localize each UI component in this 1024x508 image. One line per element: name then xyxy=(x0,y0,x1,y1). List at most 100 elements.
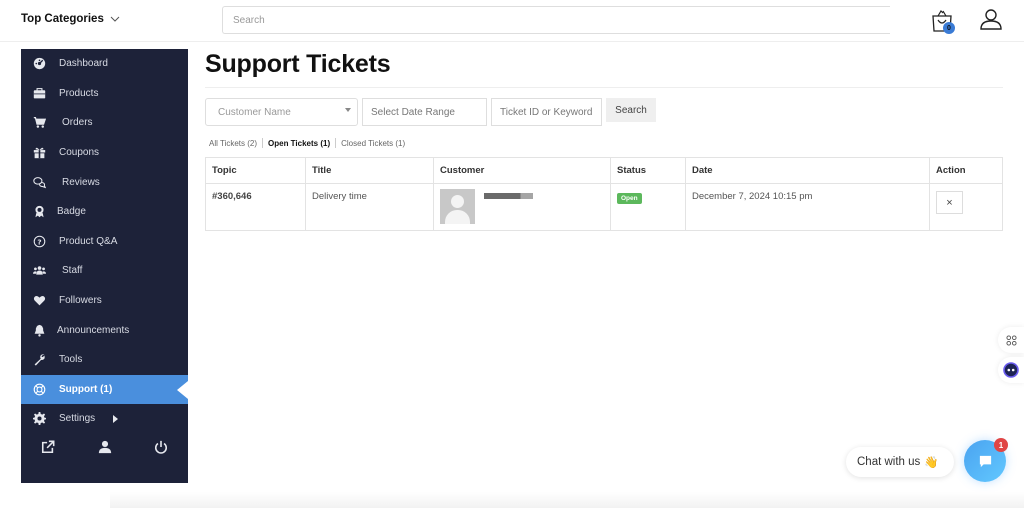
ticket-id-link[interactable]: #360,646 xyxy=(212,191,252,202)
cell-status: Open xyxy=(610,183,686,231)
sidebar-item-tools[interactable]: Tools xyxy=(21,345,188,375)
sidebar-item-announcements[interactable]: Announcements xyxy=(21,315,188,345)
power-icon[interactable] xyxy=(154,440,168,454)
heart-icon xyxy=(32,294,46,308)
sidebar-item-followers[interactable]: Followers xyxy=(21,286,188,316)
chevron-down-icon xyxy=(110,16,120,22)
cell-customer xyxy=(433,183,611,231)
cell-date: December 7, 2024 10:15 pm xyxy=(685,183,930,231)
sidebar-item-dashboard[interactable]: Dashboard xyxy=(21,49,188,79)
sidebar-item-coupons[interactable]: Coupons xyxy=(21,138,188,168)
tab-separator xyxy=(262,138,264,148)
question-icon: ? xyxy=(32,234,46,248)
sidebar-item-label: Announcements xyxy=(57,324,130,336)
users-icon xyxy=(32,264,46,278)
cell-topic: #360,646 xyxy=(205,183,306,231)
user-icon[interactable] xyxy=(98,440,112,454)
sidebar-item-label: Product Q&A xyxy=(59,235,118,247)
customer-name-redacted xyxy=(484,193,533,199)
sidebar-item-product-qa[interactable]: ? Product Q&A xyxy=(21,227,188,257)
user-icon xyxy=(980,9,1002,30)
chat-label: Chat with us xyxy=(857,456,921,468)
header-action: Action xyxy=(929,157,1003,184)
ticket-keyword-input[interactable] xyxy=(500,106,601,118)
gift-icon xyxy=(32,146,46,160)
sidebar-item-label: Tools xyxy=(59,354,83,366)
top-categories-dropdown[interactable]: Top Categories xyxy=(21,13,120,25)
sidebar-item-orders[interactable]: Orders xyxy=(21,108,188,138)
ticket-status-tabs: All Tickets (2) Open Tickets (1) Closed … xyxy=(209,138,405,148)
chat-notification-badge: 1 xyxy=(994,438,1008,452)
briefcase-icon xyxy=(32,86,46,100)
top-categories-label: Top Categories xyxy=(21,13,104,25)
apps-widget-button[interactable] xyxy=(998,327,1024,353)
date-range-input[interactable] xyxy=(371,106,486,118)
sidebar-item-support[interactable]: Support (1) xyxy=(21,374,188,405)
apps-grid-icon xyxy=(1005,334,1017,346)
cart-button[interactable]: 0 xyxy=(930,8,955,34)
tab-closed-tickets[interactable]: Closed Tickets (1) xyxy=(341,139,405,148)
header-customer: Customer xyxy=(433,157,611,184)
cart-icon xyxy=(32,116,46,130)
title-divider xyxy=(205,87,1003,88)
chat-bubble-icon xyxy=(979,455,991,467)
sidebar-item-settings[interactable]: Settings xyxy=(21,404,188,434)
header-status: Status xyxy=(610,157,686,184)
sidebar-item-label: Settings xyxy=(59,413,96,425)
tab-open-tickets[interactable]: Open Tickets (1) xyxy=(268,139,330,148)
close-icon: × xyxy=(946,196,953,209)
cart-count-badge: 0 xyxy=(943,22,955,34)
robot-face-icon xyxy=(1003,362,1019,378)
dropdown-arrow-icon xyxy=(345,108,351,112)
sidebar-item-label: Badge xyxy=(57,206,86,218)
footer-shadow xyxy=(110,492,1024,508)
close-ticket-button[interactable]: × xyxy=(936,191,963,214)
status-badge: Open xyxy=(617,193,642,204)
external-link-icon[interactable] xyxy=(41,440,55,454)
lifebuoy-icon xyxy=(32,382,46,396)
wrench-icon xyxy=(32,353,46,367)
table-row: #360,646 Delivery time Open December 7, … xyxy=(205,183,1003,231)
caret-right-icon xyxy=(113,414,118,423)
sidebar-item-label: Staff xyxy=(62,265,83,277)
search-box xyxy=(222,6,890,34)
svg-text:?: ? xyxy=(37,237,41,246)
waving-hand-icon: 👋 xyxy=(924,457,939,469)
header-topic: Topic xyxy=(205,157,306,184)
sidebar-item-label: Coupons xyxy=(59,147,100,159)
sidebar-item-label: Products xyxy=(59,87,99,99)
date-range-field xyxy=(362,98,487,126)
sidebar-item-label: Orders xyxy=(62,117,93,129)
page-title: Support Tickets xyxy=(205,50,391,78)
cell-title: Delivery time xyxy=(305,183,434,231)
header-title: Title xyxy=(305,157,434,184)
cell-action: × xyxy=(929,183,1003,231)
sidebar-item-label: Followers xyxy=(59,295,102,307)
sidebar-item-label: Dashboard xyxy=(59,58,108,70)
sidebar-item-reviews[interactable]: Reviews xyxy=(21,167,188,197)
tab-separator xyxy=(335,138,337,148)
tickets-table: Topic Title Customer Status Date Action … xyxy=(205,157,1003,231)
search-button[interactable]: Search xyxy=(606,98,656,122)
keyword-field xyxy=(491,98,602,126)
account-button[interactable] xyxy=(979,7,1003,31)
sidebar-item-label: Reviews xyxy=(62,176,100,188)
search-input[interactable] xyxy=(223,7,890,33)
table-header-row: Topic Title Customer Status Date Action xyxy=(205,157,1003,184)
sidebar-item-staff[interactable]: Staff xyxy=(21,256,188,286)
badge-icon xyxy=(32,205,46,219)
top-header: Top Categories 0 xyxy=(0,0,1024,42)
gear-icon xyxy=(32,412,46,426)
sidebar-footer xyxy=(21,435,188,459)
avatar xyxy=(440,189,475,224)
sidebar: Dashboard Products Orders Coupons Review… xyxy=(21,49,188,483)
bell-icon xyxy=(32,323,46,337)
dashboard-icon xyxy=(32,57,46,71)
chat-with-us-button[interactable]: Chat with us 👋 xyxy=(846,447,954,477)
tab-all-tickets[interactable]: All Tickets (2) xyxy=(209,139,257,148)
customer-name-select[interactable]: Customer Name xyxy=(205,98,358,126)
sidebar-item-products[interactable]: Products xyxy=(21,79,188,109)
assistant-widget-button[interactable] xyxy=(998,357,1024,383)
header-date: Date xyxy=(685,157,930,184)
sidebar-item-badge[interactable]: Badge xyxy=(21,197,188,227)
